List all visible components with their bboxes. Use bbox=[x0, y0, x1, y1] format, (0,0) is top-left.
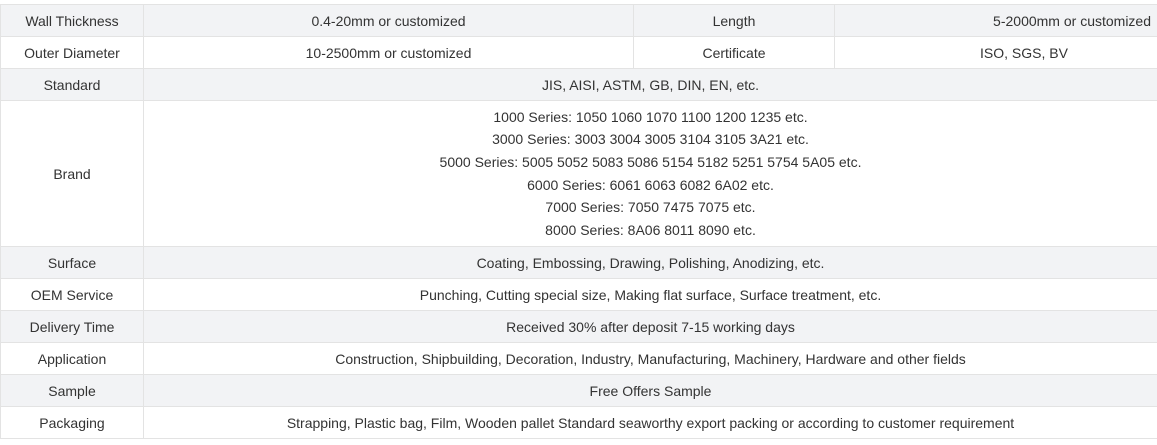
row-label-surface: Surface bbox=[0, 246, 144, 279]
brand-series-line: 8000 Series: 8A06 8011 8090 etc. bbox=[545, 221, 756, 238]
row-value-wall-thickness: 0.4-20mm or customized bbox=[143, 4, 634, 37]
row-value-surface: Coating, Embossing, Drawing, Polishing, … bbox=[143, 246, 1157, 279]
row-value-standard: JIS, AISI, ASTM, GB, DIN, EN, etc. bbox=[143, 68, 1157, 101]
brand-series-line: 6000 Series: 6061 6063 6082 6A02 etc. bbox=[527, 176, 774, 193]
row-value-outer-diameter: 10-2500mm or customized bbox=[143, 36, 634, 69]
brand-series-line: 3000 Series: 3003 3004 3005 3104 3105 3A… bbox=[492, 131, 809, 148]
table-row: Standard JIS, AISI, ASTM, GB, DIN, EN, e… bbox=[0, 68, 1157, 101]
table-row: Brand 1000 Series: 1050 1060 1070 1100 1… bbox=[0, 100, 1157, 247]
table-row: Outer Diameter 10-2500mm or customized C… bbox=[0, 36, 1157, 69]
row-label-wall-thickness: Wall Thickness bbox=[0, 4, 144, 37]
table-row: Application Construction, Shipbuilding, … bbox=[0, 342, 1157, 375]
table-row: Packaging Strapping, Plastic bag, Film, … bbox=[0, 406, 1157, 439]
row-label-delivery-time: Delivery Time bbox=[0, 310, 144, 343]
row-label-standard: Standard bbox=[0, 68, 144, 101]
row-label-brand: Brand bbox=[0, 100, 144, 247]
table-row: OEM Service Punching, Cutting special si… bbox=[0, 278, 1157, 311]
table-row: Surface Coating, Embossing, Drawing, Pol… bbox=[0, 246, 1157, 279]
row-value-delivery-time: Received 30% after deposit 7-15 working … bbox=[143, 310, 1157, 343]
row-label-packaging: Packaging bbox=[0, 406, 144, 439]
table-row: Delivery Time Received 30% after deposit… bbox=[0, 310, 1157, 343]
row-label-length: Length bbox=[633, 4, 835, 37]
row-value-brand: 1000 Series: 1050 1060 1070 1100 1200 12… bbox=[143, 100, 1157, 247]
row-value-application: Construction, Shipbuilding, Decoration, … bbox=[143, 342, 1157, 375]
row-value-length: 5-2000mm or customized bbox=[834, 4, 1157, 37]
table-row: Sample Free Offers Sample bbox=[0, 374, 1157, 407]
row-value-sample: Free Offers Sample bbox=[143, 374, 1157, 407]
spec-table: Wall Thickness 0.4-20mm or customized Le… bbox=[0, 4, 1157, 439]
row-value-packaging: Strapping, Plastic bag, Film, Wooden pal… bbox=[143, 406, 1157, 439]
row-value-certificate: ISO, SGS, BV bbox=[834, 36, 1157, 69]
brand-series-line: 7000 Series: 7050 7475 7075 etc. bbox=[545, 199, 756, 216]
brand-series-line: 1000 Series: 1050 1060 1070 1100 1200 12… bbox=[493, 108, 808, 125]
row-label-sample: Sample bbox=[0, 374, 144, 407]
brand-series-line: 5000 Series: 5005 5052 5083 5086 5154 51… bbox=[439, 153, 862, 170]
row-value-oem-service: Punching, Cutting special size, Making f… bbox=[143, 278, 1157, 311]
row-label-certificate: Certificate bbox=[633, 36, 835, 69]
row-label-outer-diameter: Outer Diameter bbox=[0, 36, 144, 69]
table-row: Wall Thickness 0.4-20mm or customized Le… bbox=[0, 4, 1157, 37]
row-label-application: Application bbox=[0, 342, 144, 375]
row-label-oem-service: OEM Service bbox=[0, 278, 144, 311]
